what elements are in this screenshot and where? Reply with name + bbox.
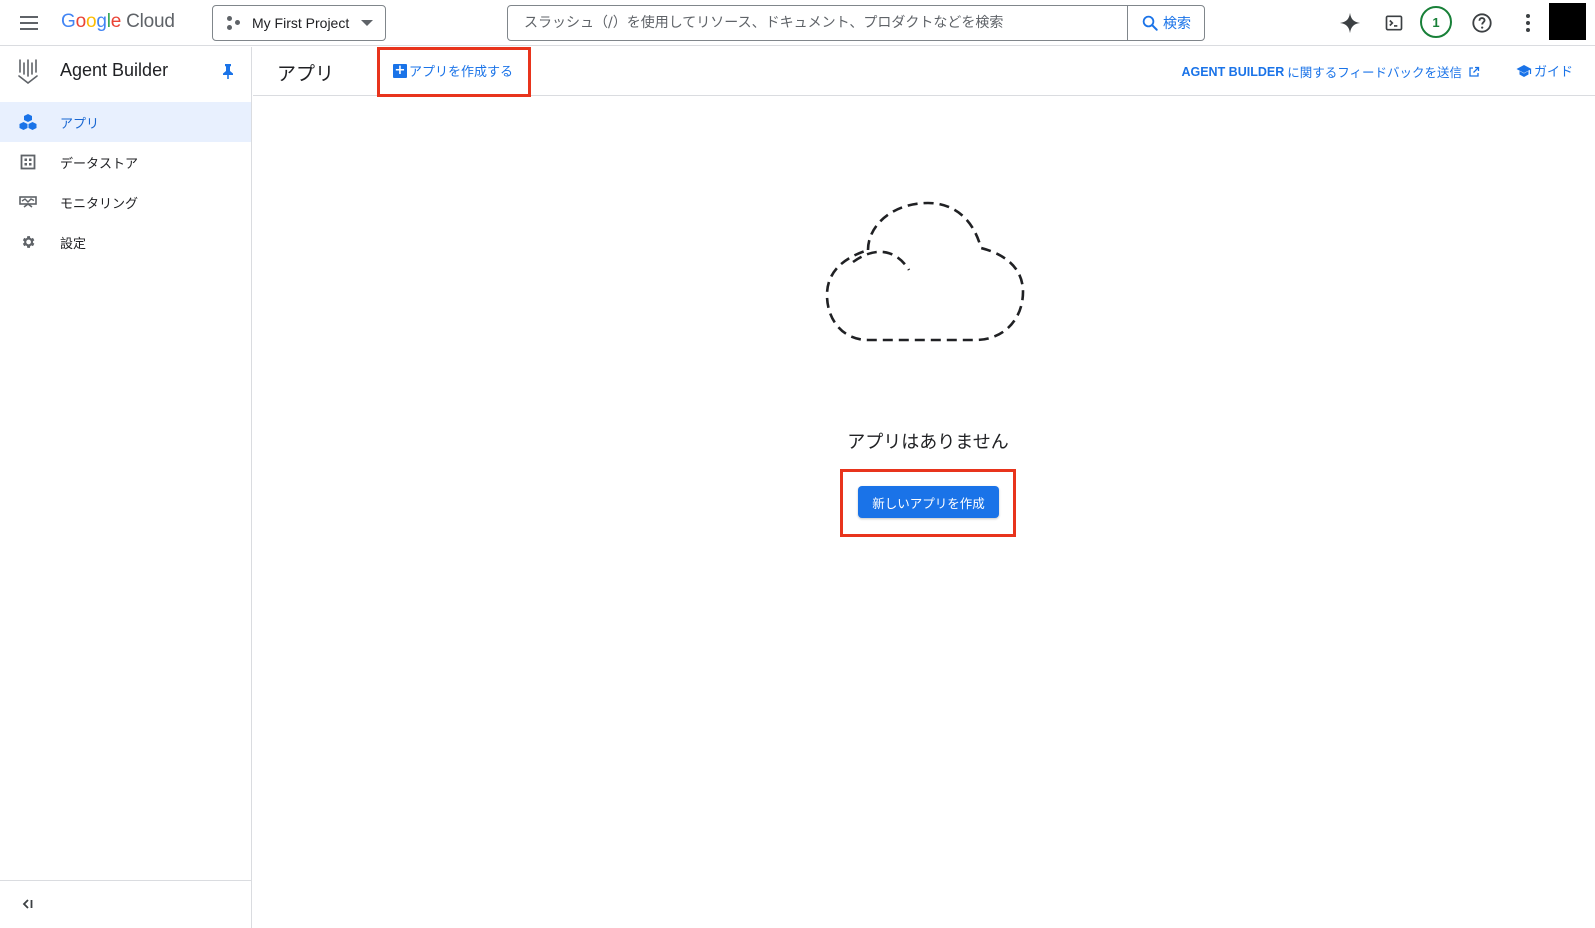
help-icon[interactable] <box>1467 8 1497 38</box>
apps-icon <box>19 113 37 131</box>
sidebar: Agent Builder アプリ データストア モニタリング 設定 <box>0 47 252 928</box>
main-menu-icon[interactable] <box>16 12 42 34</box>
page-title: アプリ <box>277 63 335 85</box>
search-bar: 検索 <box>507 5 1205 41</box>
create-app-link-label: アプリを作成する <box>409 65 514 80</box>
send-feedback-link[interactable]: AGENT BUILDER に関するフィードバックを送信 <box>1181 62 1480 81</box>
cloud-shell-icon[interactable] <box>1379 8 1409 38</box>
avatar[interactable] <box>1549 3 1586 40</box>
feedback-text: に関するフィードバックを送信 <box>1287 65 1462 80</box>
page-header: アプリ + アプリを作成する AGENT BUILDER に関するフィードバック… <box>253 47 1595 96</box>
search-button[interactable]: 検索 <box>1127 6 1204 40</box>
project-name: My First Project <box>252 15 350 31</box>
add-box-icon: + <box>393 62 407 78</box>
more-vert-icon[interactable] <box>1513 8 1543 38</box>
sidebar-footer <box>0 880 251 928</box>
sidebar-item-label: モニタリング <box>60 196 139 212</box>
school-icon <box>1516 64 1532 77</box>
sidebar-item-label: アプリ <box>60 116 100 132</box>
project-picker-button[interactable]: My First Project <box>212 5 386 41</box>
google-cloud-logo[interactable]: Google Cloud <box>61 11 175 33</box>
sidebar-item-settings[interactable]: 設定 <box>0 222 251 262</box>
create-new-app-button[interactable]: 新しいアプリを作成 <box>858 486 999 518</box>
product-title: Agent Builder <box>60 60 169 80</box>
open-in-new-icon <box>1469 66 1480 77</box>
top-app-bar: GoogleCloud My First Project 検索 1 <box>0 0 1595 46</box>
data-store-icon <box>19 153 37 171</box>
search-icon <box>1142 15 1158 31</box>
gemini-icon[interactable] <box>1335 8 1365 38</box>
create-app-link[interactable]: + アプリを作成する <box>393 61 513 80</box>
search-input[interactable] <box>508 6 1127 40</box>
guide-link-label: ガイド <box>1533 65 1573 80</box>
sidebar-item-monitoring[interactable]: モニタリング <box>0 182 251 222</box>
sidebar-item-apps[interactable]: アプリ <box>0 102 251 142</box>
collapse-sidebar-icon[interactable] <box>20 897 34 911</box>
feedback-brand: AGENT BUILDER <box>1181 64 1285 79</box>
search-button-label: 検索 <box>1163 16 1191 32</box>
sidebar-item-label: 設定 <box>60 236 87 252</box>
project-icon <box>227 16 243 30</box>
sidebar-item-data-stores[interactable]: データストア <box>0 142 251 182</box>
agent-builder-logo-icon <box>18 59 38 84</box>
sidebar-item-label: データストア <box>60 156 139 172</box>
settings-icon <box>19 233 37 251</box>
dropdown-arrow-icon <box>361 20 374 26</box>
sidebar-header: Agent Builder <box>0 47 251 95</box>
empty-cloud-icon <box>825 201 1025 342</box>
notification-badge[interactable]: 1 <box>1420 6 1452 38</box>
guide-link[interactable]: ガイド <box>1516 61 1573 80</box>
monitoring-icon <box>19 193 37 211</box>
pin-icon[interactable] <box>221 63 235 79</box>
empty-state-message: アプリはありません <box>847 432 1009 453</box>
